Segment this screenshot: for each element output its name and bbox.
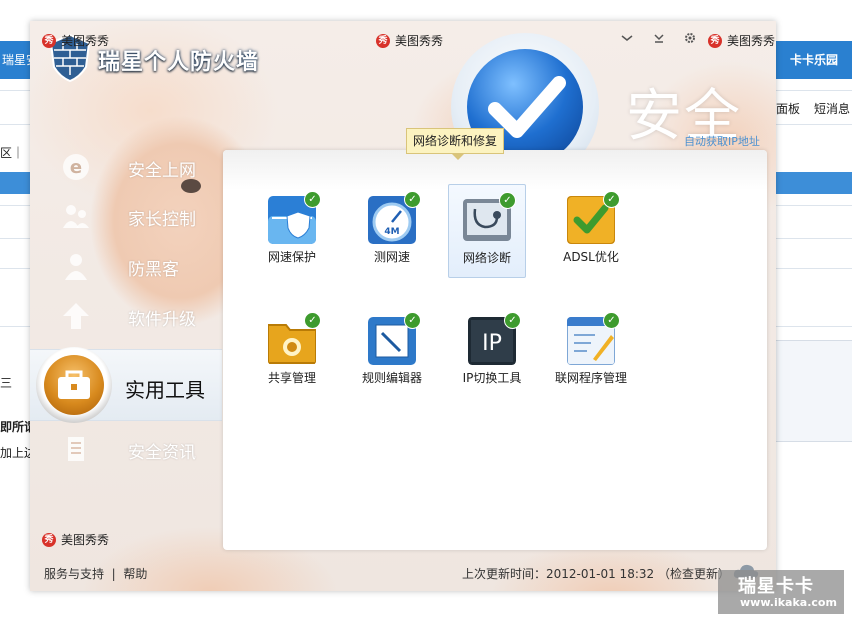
tool-network-diagnose[interactable]: ✓ 网络诊断 (448, 184, 526, 278)
nav-item-label: 家长控制 (128, 210, 196, 230)
tool-rule-editor[interactable]: ✓ 规则编辑器 (354, 309, 430, 401)
tool-label: 测网速 (373, 250, 410, 264)
upgrade-arrow-icon (63, 303, 89, 329)
nav-item-label: 安全上网 (128, 161, 196, 181)
tool-label: 网速保护 (267, 250, 316, 264)
svg-text:4M: 4M (384, 227, 399, 237)
bg-text-fragment: 三 (0, 376, 13, 390)
installed-check-icon: ✓ (304, 312, 321, 329)
news-icon (68, 437, 84, 461)
menu-chevron-icon (621, 35, 633, 41)
bg-link-message[interactable]: 短消息 (814, 100, 850, 117)
tool-label: 共享管理 (267, 371, 316, 385)
settings-button[interactable] (681, 31, 699, 49)
minimize-icon (654, 34, 664, 43)
installed-check-icon: ✓ (603, 312, 620, 329)
bg-pale-box (776, 340, 852, 442)
meitu-overlay-label: 秀 美图秀秀 (376, 32, 443, 49)
bg-blue-bar (776, 172, 852, 194)
ie-icon: e (63, 154, 89, 180)
minimize-button[interactable] (650, 31, 668, 49)
site-watermark: 瑞星卡卡 www.ikaka.com (718, 570, 844, 614)
watermark-url: www.ikaka.com (740, 596, 837, 609)
nav-item-label: 实用工具 (125, 378, 205, 402)
bg-right-tab[interactable]: 卡卡乐园 (776, 41, 852, 79)
toolbox-icon (58, 370, 90, 399)
svg-text:IP: IP (482, 331, 502, 356)
tool-label: 联网程序管理 (554, 371, 627, 385)
bg-link-panel[interactable]: 面板 (776, 100, 800, 117)
meitu-overlay-label: 秀 美图秀秀 (42, 531, 109, 548)
tool-label: 网络诊断 (462, 251, 511, 265)
help-link[interactable]: 帮助 (123, 567, 147, 581)
bg-blue-bar (0, 172, 34, 194)
installed-check-icon: ✓ (499, 192, 516, 209)
footer-separator: | (107, 567, 120, 581)
tool-label: ADSL优化 (563, 250, 619, 264)
tool-label: 规则编辑器 (361, 371, 422, 385)
nav-item-label: 软件升级 (128, 310, 196, 330)
installed-check-icon: ✓ (504, 312, 521, 329)
toolbox-orb (36, 347, 112, 423)
tool-label: IP切换工具 (462, 371, 522, 385)
meitu-badge-icon: 秀 (376, 33, 390, 48)
tool-speed-protect[interactable]: ✓ 网速保护 (254, 188, 330, 280)
nav-item-safe-browsing[interactable]: e 安全上网 (30, 143, 222, 191)
nav-item-label: 防黑客 (128, 260, 179, 280)
update-status: 上次更新时间：2012-01-01 18:32 （检查更新） (462, 565, 730, 582)
meitu-overlay-label: 秀 美图秀秀 (708, 32, 775, 49)
installed-check-icon: ✓ (603, 191, 620, 208)
gear-icon (685, 33, 695, 43)
footer-links: 服务与支持 | 帮助 (44, 565, 147, 582)
app-title: 瑞星个人防火墙 (98, 50, 260, 75)
installed-check-icon: ✓ (404, 191, 421, 208)
meitu-badge-icon: 秀 (42, 33, 56, 48)
bg-text-fragment: 区｜ (0, 146, 25, 160)
nav-item-label: 安全资讯 (128, 443, 196, 463)
meitu-overlay-label: 秀 美图秀秀 (42, 32, 109, 49)
tool-tooltip: 网络诊断和修复 (406, 128, 505, 160)
nav-item-software-upgrade[interactable]: 软件升级 (30, 292, 222, 340)
meitu-badge-icon: 秀 (708, 33, 722, 48)
nav-item-anti-hacker[interactable]: 防黑客 (30, 242, 222, 290)
menu-dropdown-button[interactable] (618, 31, 636, 49)
tool-speed-test[interactable]: 4M ✓ 测网速 (354, 188, 430, 280)
utilities-panel: ✓ 网速保护 4M ✓ 测网速 ✓ 网络诊断 ✓ ADSL优化 ✓ 共享管理 ✓… (223, 150, 767, 550)
meitu-badge-icon: 秀 (42, 532, 56, 547)
tool-share-manage[interactable]: ✓ 共享管理 (254, 309, 330, 401)
last-update-text: 上次更新时间：2012-01-01 18:32 (462, 567, 655, 581)
installed-check-icon: ✓ (404, 312, 421, 329)
installed-check-icon: ✓ (304, 191, 321, 208)
family-icon (63, 205, 89, 228)
watermark-title: 瑞星卡卡 (738, 576, 814, 597)
tool-adsl-optimize[interactable]: ✓ ADSL优化 (553, 188, 629, 280)
ip-mode-link[interactable]: 自动获取IP地址 (684, 133, 760, 149)
service-support-link[interactable]: 服务与支持 (44, 567, 104, 581)
tool-network-program[interactable]: ✓ 联网程序管理 (553, 309, 629, 401)
hacker-icon (65, 254, 87, 280)
firewall-window: 瑞星个人防火墙 秀 美图秀秀 秀 美图秀秀 秀 美图秀秀 秀 美图秀秀 安全 自… (30, 21, 776, 591)
svg-text:e: e (70, 157, 82, 178)
nav-item-security-news[interactable]: 安全资讯 (30, 425, 222, 473)
nav-item-parental-control[interactable]: 家长控制 (30, 192, 222, 240)
tool-ip-switch[interactable]: IP ✓ IP切换工具 (454, 309, 530, 401)
